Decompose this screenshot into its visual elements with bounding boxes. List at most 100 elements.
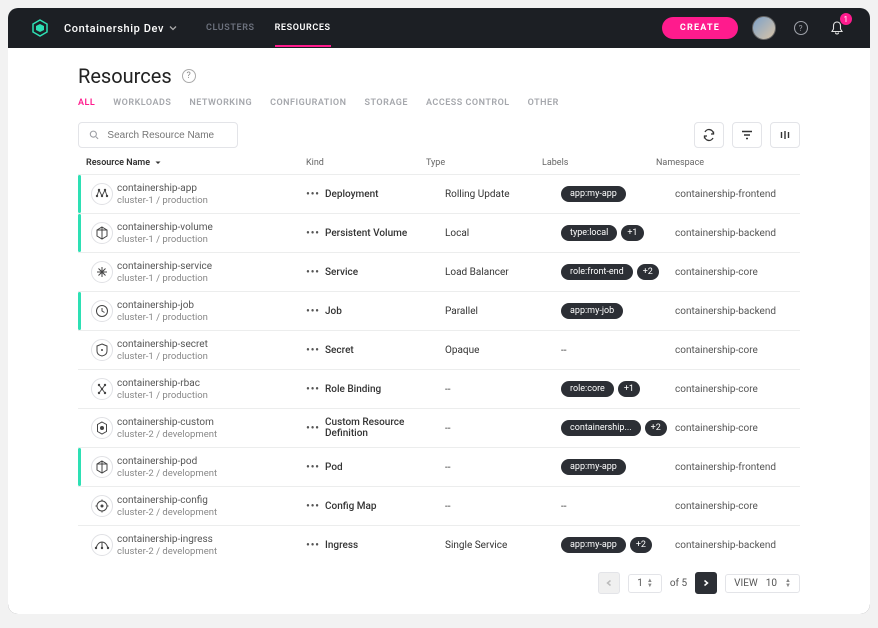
table-row[interactable]: containership-app cluster-1 / production… bbox=[78, 174, 800, 213]
help-icon: ? bbox=[793, 20, 809, 36]
label-pill[interactable]: app:my-app bbox=[561, 537, 626, 553]
row-menu-button[interactable]: ••• bbox=[301, 384, 325, 395]
pager-page-input[interactable]: 1 ▲▼ bbox=[628, 574, 662, 593]
resource-name: containership-app bbox=[117, 183, 301, 194]
col-header-type[interactable]: Type bbox=[426, 158, 542, 168]
row-menu-button[interactable]: ••• bbox=[301, 267, 325, 278]
label-extra-pill[interactable]: +1 bbox=[621, 225, 643, 241]
stepper-arrows-icon: ▲▼ bbox=[647, 578, 653, 588]
resource-kind: Persistent Volume bbox=[325, 228, 445, 239]
status-indicator bbox=[78, 448, 81, 486]
resource-kind-icon bbox=[91, 222, 113, 244]
resource-namespace: containership-backend bbox=[675, 306, 800, 317]
columns-icon bbox=[779, 129, 791, 141]
table-row[interactable]: containership-secret cluster-1 / product… bbox=[78, 330, 800, 369]
table-row[interactable]: containership-volume cluster-1 / product… bbox=[78, 213, 800, 252]
status-indicator bbox=[78, 292, 81, 330]
page-body: Resources ? ALL WORKLOADS NETWORKING CON… bbox=[8, 48, 870, 614]
resource-cluster: cluster-1 / production bbox=[117, 195, 301, 206]
resource-name: containership-volume bbox=[117, 222, 301, 233]
svg-text:?: ? bbox=[799, 24, 803, 33]
label-extra-pill[interactable]: +2 bbox=[630, 537, 652, 553]
org-selector[interactable]: Containership Dev bbox=[64, 22, 178, 35]
col-header-kind[interactable]: Kind bbox=[306, 158, 426, 168]
label-pill[interactable]: app:my-job bbox=[561, 303, 623, 319]
columns-button[interactable] bbox=[770, 122, 800, 148]
label-pill[interactable]: role:core bbox=[561, 381, 614, 397]
label-extra-pill[interactable]: +2 bbox=[637, 264, 659, 280]
row-menu-button[interactable]: ••• bbox=[301, 540, 325, 551]
row-menu-button[interactable]: ••• bbox=[301, 189, 325, 200]
label-pill[interactable]: app:my-app bbox=[561, 186, 626, 202]
resource-kind-icon bbox=[91, 534, 113, 556]
table-row[interactable]: containership-ingress cluster-2 / develo… bbox=[78, 525, 800, 564]
table-row[interactable]: containership-service cluster-1 / produc… bbox=[78, 252, 800, 291]
nav-resources[interactable]: RESOURCES bbox=[275, 23, 331, 33]
tab-workloads[interactable]: WORKLOADS bbox=[113, 98, 171, 108]
row-menu-button[interactable]: ••• bbox=[301, 462, 325, 473]
col-header-labels[interactable]: Labels bbox=[542, 158, 656, 168]
resource-cluster: cluster-2 / development bbox=[117, 468, 301, 479]
pager-prev[interactable] bbox=[598, 572, 620, 594]
page-title: Resources bbox=[78, 64, 172, 88]
status-indicator bbox=[78, 370, 81, 408]
top-bar: Containership Dev CLUSTERS RESOURCES CRE… bbox=[8, 8, 870, 48]
resource-labels: containership...+2 bbox=[561, 420, 675, 436]
help-button[interactable]: ? bbox=[790, 17, 812, 39]
create-button[interactable]: CREATE bbox=[662, 17, 738, 39]
label-pill[interactable]: app:my-app bbox=[561, 459, 626, 475]
table-row[interactable]: containership-custom cluster-2 / develop… bbox=[78, 408, 800, 447]
resource-name: containership-ingress bbox=[117, 534, 301, 545]
row-menu-button[interactable]: ••• bbox=[301, 345, 325, 356]
table-row[interactable]: containership-rbac cluster-1 / productio… bbox=[78, 369, 800, 408]
table-row[interactable]: containership-job cluster-1 / production… bbox=[78, 291, 800, 330]
label-extra-pill[interactable]: +1 bbox=[618, 381, 640, 397]
resource-labels: role:front-end+2 bbox=[561, 264, 675, 280]
tab-access-control[interactable]: ACCESS CONTROL bbox=[426, 98, 510, 108]
label-pill[interactable]: type:local bbox=[561, 225, 617, 241]
resource-kind-icon bbox=[91, 300, 113, 322]
table-row[interactable]: containership-config cluster-2 / develop… bbox=[78, 486, 800, 525]
resource-cluster: cluster-1 / production bbox=[117, 351, 301, 362]
search-box[interactable] bbox=[78, 122, 238, 148]
status-indicator bbox=[78, 331, 81, 369]
nav-clusters[interactable]: CLUSTERS bbox=[206, 23, 255, 33]
resource-labels: app:my-app bbox=[561, 459, 675, 475]
tab-configuration[interactable]: CONFIGURATION bbox=[270, 98, 346, 108]
row-menu-button[interactable]: ••• bbox=[301, 501, 325, 512]
row-menu-button[interactable]: ••• bbox=[301, 423, 325, 434]
title-help-icon[interactable]: ? bbox=[182, 69, 196, 83]
pager-view-select[interactable]: VIEW 10 ▲▼ bbox=[725, 574, 800, 593]
tab-all[interactable]: ALL bbox=[78, 98, 95, 108]
user-avatar[interactable] bbox=[752, 16, 776, 40]
chevron-left-icon bbox=[605, 579, 613, 587]
filter-button[interactable] bbox=[732, 122, 762, 148]
label-extra-pill[interactable]: +2 bbox=[645, 420, 667, 436]
label-pill[interactable]: role:front-end bbox=[561, 264, 633, 280]
resource-cluster: cluster-1 / production bbox=[117, 390, 301, 401]
resource-type: -- bbox=[445, 423, 561, 434]
resource-type: Single Service bbox=[445, 540, 561, 551]
col-header-name[interactable]: Resource Name bbox=[78, 158, 306, 168]
row-menu-button[interactable]: ••• bbox=[301, 228, 325, 239]
row-menu-button[interactable]: ••• bbox=[301, 306, 325, 317]
col-header-namespace[interactable]: Namespace bbox=[656, 158, 800, 168]
tab-storage[interactable]: STORAGE bbox=[365, 98, 408, 108]
search-input[interactable] bbox=[107, 130, 227, 141]
label-pill[interactable]: containership... bbox=[561, 420, 641, 436]
table-row[interactable]: containership-pod cluster-2 / developmen… bbox=[78, 447, 800, 486]
resource-kind-icon bbox=[91, 495, 113, 517]
tab-networking[interactable]: NETWORKING bbox=[189, 98, 252, 108]
notifications-button[interactable]: 1 bbox=[826, 17, 848, 39]
table-body: containership-app cluster-1 / production… bbox=[78, 174, 800, 564]
resource-namespace: containership-backend bbox=[675, 228, 800, 239]
resource-type: Rolling Update bbox=[445, 189, 561, 200]
refresh-button[interactable] bbox=[694, 122, 724, 148]
tab-other[interactable]: OTHER bbox=[528, 98, 559, 108]
resource-cluster: cluster-2 / development bbox=[117, 429, 301, 440]
org-name: Containership Dev bbox=[64, 22, 164, 35]
resource-namespace: containership-frontend bbox=[675, 462, 800, 473]
resource-kind-icon bbox=[91, 261, 113, 283]
resource-name: containership-config bbox=[117, 495, 301, 506]
pager-next[interactable] bbox=[695, 572, 717, 594]
